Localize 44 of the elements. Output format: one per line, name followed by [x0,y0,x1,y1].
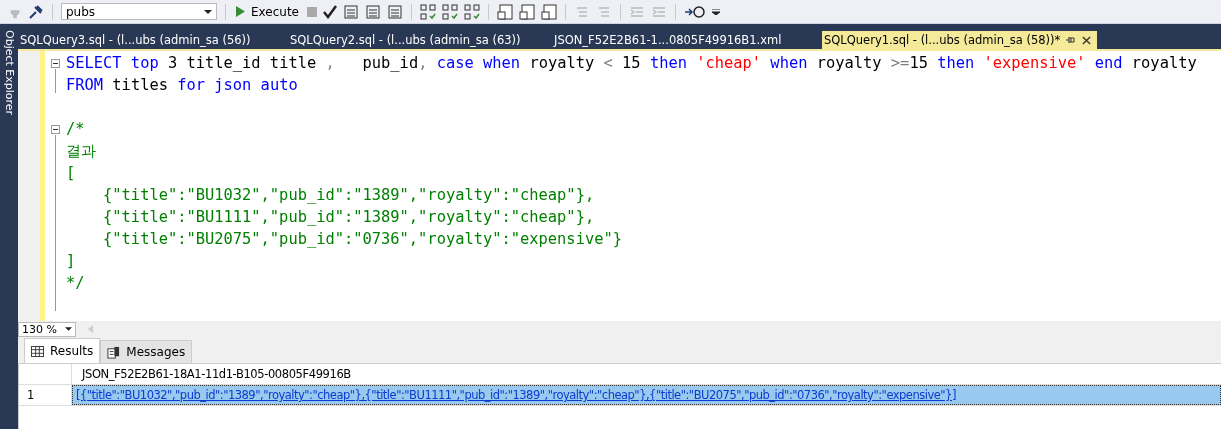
toolbar-icon[interactable] [343,3,359,20]
dropdown-arrow-icon [204,9,212,14]
play-icon [236,6,245,17]
toolbar-icon[interactable] [365,3,381,20]
toolbar-icon[interactable] [387,3,403,20]
code-line: FROM titles for json auto [66,76,298,94]
code-line: {"title":"BU2075","pub_id":"0736","royalty":"expensive"} [102,230,622,248]
code-line: */ [66,274,85,292]
results-tab[interactable]: Results [24,338,101,363]
collapse-icon[interactable] [51,59,60,68]
object-explorer-tab[interactable]: Object Explorer [4,30,15,116]
execute-button[interactable]: Execute [234,4,301,19]
database-dropdown[interactable]: pubs [61,3,217,20]
code-line: {"title":"BU1111","pub_id":"1389","royalty":"cheap"}, [102,208,595,226]
json-link[interactable]: [{"title":"BU1032","pub_id":"1389","royalty":"cheap"},{"title":"BU1111","pub_id":"1389","royalty":"cheap"},{"title":"BU2075","pub_id":"0736","royalty":"expensive"}] [76,388,956,402]
code-line: /* [66,120,85,138]
dropdown-arrow-icon [65,327,72,331]
code-line: SELECT top 3 title_id title , pub_id, case when royalty < 15 then 'cheap' when royalty >=15 then 'expensive' end royalty [66,54,1197,72]
results-icon[interactable] [541,3,557,20]
document-tab[interactable]: SQLQuery1.sql - (l...ubs (admin_sa (58))* [822,31,1098,49]
specify-values-icon[interactable] [684,3,706,20]
checkmark-icon[interactable] [323,4,337,19]
document-tab[interactable]: SQLQuery2.sql - (l...ubs (admin_sa (63)) [288,31,552,49]
messages-icon [107,345,121,359]
grid-icon [31,345,44,357]
toolbar-icon[interactable] [442,3,458,20]
document-tab[interactable]: SQLQuery3.sql - (l...ubs (admin_sa (56)) [18,31,288,49]
code-line: {"title":"BU1032","pub_id":"1389","royalty":"cheap"}, [102,186,595,204]
zoom-dropdown[interactable]: 130 % [18,321,76,337]
code-line: [ [66,164,76,182]
results-icon[interactable] [497,3,513,20]
results-icon[interactable] [519,3,535,20]
collapse-icon[interactable] [51,125,60,134]
document-tab[interactable]: JSON_F52E2B61-1...0805F49916B1.xml [552,31,822,49]
toolbar-icon[interactable] [420,3,436,20]
column-header[interactable]: JSON_F52E2B61-18A1-11d1-B105-00805F49916B [72,364,1221,384]
close-icon[interactable] [1082,35,1092,45]
toolbar-icon[interactable] [464,3,480,20]
pin-icon[interactable] [1066,35,1077,45]
table-cell[interactable]: [{"title":"BU1032","pub_id":"1389","royalty":"cheap"},{"title":"BU1111","pub_id":"1389","royalty":"cheap"},{"title":"BU2075","pub_id":"0736","royalty":"expensive"}] [72,385,1221,405]
code-line: ] [66,252,76,270]
results-tab[interactable]: Messages [100,340,193,363]
overflow-icon[interactable] [712,8,720,15]
code-line: 결과 [66,142,96,160]
